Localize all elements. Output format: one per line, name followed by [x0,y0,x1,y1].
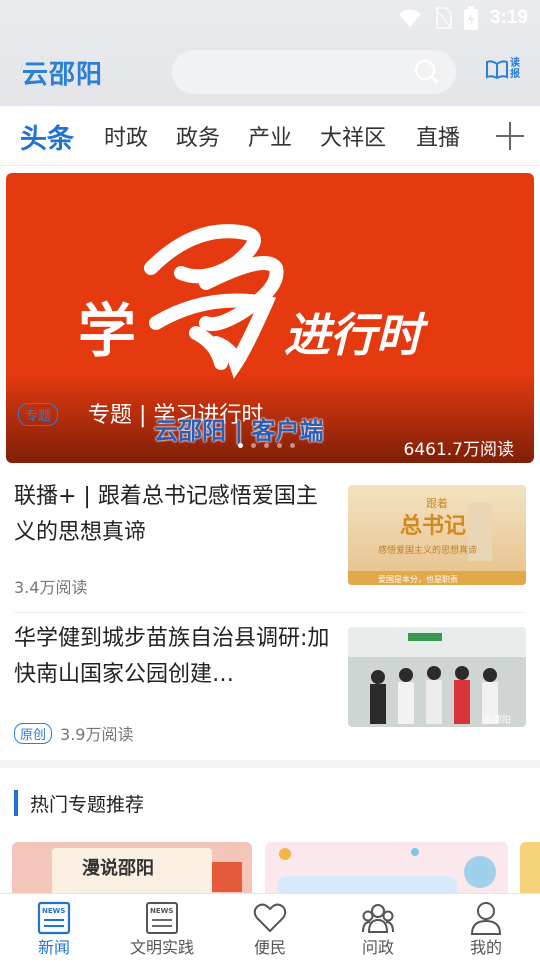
original-badge: 原创 [14,722,53,744]
header-area: 3:19 云邵阳 读报 [0,0,540,106]
topic-card[interactable] [520,842,540,894]
section-header: 热门专题推荐 [14,790,144,816]
news-title: 联播+ | 跟着总书记感悟爱国主义的思想真谛 [14,484,318,545]
banner-art-xue: 学 [78,297,136,365]
featured-banner[interactable]: 学 进行时 专题 专题 | 学习进行时 云邵阳 | 客户端 6461.7万阅读 [6,173,534,463]
svg-text:NEWS: NEWS [150,907,173,915]
banner-topic-badge: 专题 [18,403,59,426]
news-title: 华学健到城步苗族自治县调研:加快南山国家公园创建… [14,626,330,687]
document-icon: NEWS [146,902,178,934]
tab-politics[interactable]: 时政 [104,120,148,152]
search-input[interactable] [172,50,456,94]
news-item[interactable]: 联播+ | 跟着总书记感悟爱国主义的思想真谛 3.4万阅读 跟着 总书记 感悟爱… [14,479,526,613]
news-views: 3.4万阅读 [14,578,88,597]
wifi-icon [398,9,421,27]
nav-label: 我的 [469,938,502,957]
nav-label: 文明实践 [129,938,194,957]
svg-text:云邵阳: 云邵阳 [484,715,511,726]
add-channel-icon[interactable] [496,122,524,150]
news-thumbnail: 跟着 总书记 感悟爱国主义的思想真谛 爱国是本分，也是职责 [348,485,526,585]
no-sim-icon [434,7,452,29]
svg-text:NEWS: NEWS [42,907,65,915]
svg-text:感悟爱国主义的思想真谛: 感悟爱国主义的思想真谛 [378,544,477,556]
topic-card[interactable] [265,842,508,894]
tab-daxiang-district[interactable]: 大祥区 [320,120,386,152]
search-icon[interactable] [414,59,440,85]
news-item[interactable]: 华学健到城步苗族自治县调研:加快南山国家公园创建… 原创 3.9万阅读 云邵阳 [14,621,526,761]
nav-inquiry[interactable]: 问政 [324,894,432,961]
user-icon [470,902,502,935]
tab-government[interactable]: 政务 [176,120,220,152]
tab-headlines[interactable]: 头条 [20,117,74,156]
svg-text:总书记: 总书记 [400,513,466,539]
news-meta: 原创 3.9万阅读 [14,721,133,745]
tab-industry[interactable]: 产业 [248,120,292,152]
nav-label: 新闻 [37,938,70,957]
people-group-icon [362,904,394,933]
carousel-dot[interactable] [251,443,256,448]
nav-news[interactable]: NEWS 新闻 [0,894,108,961]
status-time: 3:19 [489,7,528,28]
app-logo: 云邵阳 [22,60,104,90]
nav-convenience[interactable]: 便民 [216,894,324,961]
read-paper-button[interactable]: 读报 [486,58,520,80]
carousel-dot[interactable] [264,443,269,448]
carousel-dot[interactable] [290,443,295,448]
carousel-dot[interactable] [277,443,282,448]
nav-label: 便民 [253,938,286,957]
status-bar: 3:19 [0,0,540,38]
topic-card[interactable]: 漫说邵阳 [12,842,252,894]
svg-text:跟着: 跟着 [426,496,448,510]
banner-views: 6461.7万阅读 [403,440,514,460]
read-paper-label: 读报 [510,58,520,80]
topic-cards: 漫说邵阳 [12,842,540,894]
bottom-navigation: NEWS 新闻 NEWS 文明实践 便民 问政 我的 [0,893,540,960]
news-thumbnail: 云邵阳 [348,627,526,727]
nav-me[interactable]: 我的 [432,894,540,961]
banner-art-jinxingshi: 进行时 [284,308,429,362]
banner-brand: 云邵阳 | 客户端 [154,417,324,445]
battery-icon [463,6,478,30]
news-views: 3.9万阅读 [60,725,134,744]
section-accent-bar [14,790,18,816]
nav-label: 问政 [361,938,394,957]
carousel-indicator [238,443,295,448]
news-meta: 3.4万阅读 [14,574,87,598]
newspaper-icon: NEWS [37,901,71,935]
section-divider [0,760,540,768]
heart-icon [253,903,287,933]
channel-tabs: 头条 时政 政务 产业 大祥区 直播 [0,106,540,166]
carousel-dot[interactable] [238,443,243,448]
book-icon [486,60,508,79]
svg-text:漫说邵阳: 漫说邵阳 [82,857,154,879]
svg-text:爱国是本分，也是职责: 爱国是本分，也是职责 [378,574,458,584]
tab-live[interactable]: 直播 [416,120,460,152]
section-title: 热门专题推荐 [30,793,145,816]
nav-civilization-practice[interactable]: NEWS 文明实践 [108,894,216,961]
